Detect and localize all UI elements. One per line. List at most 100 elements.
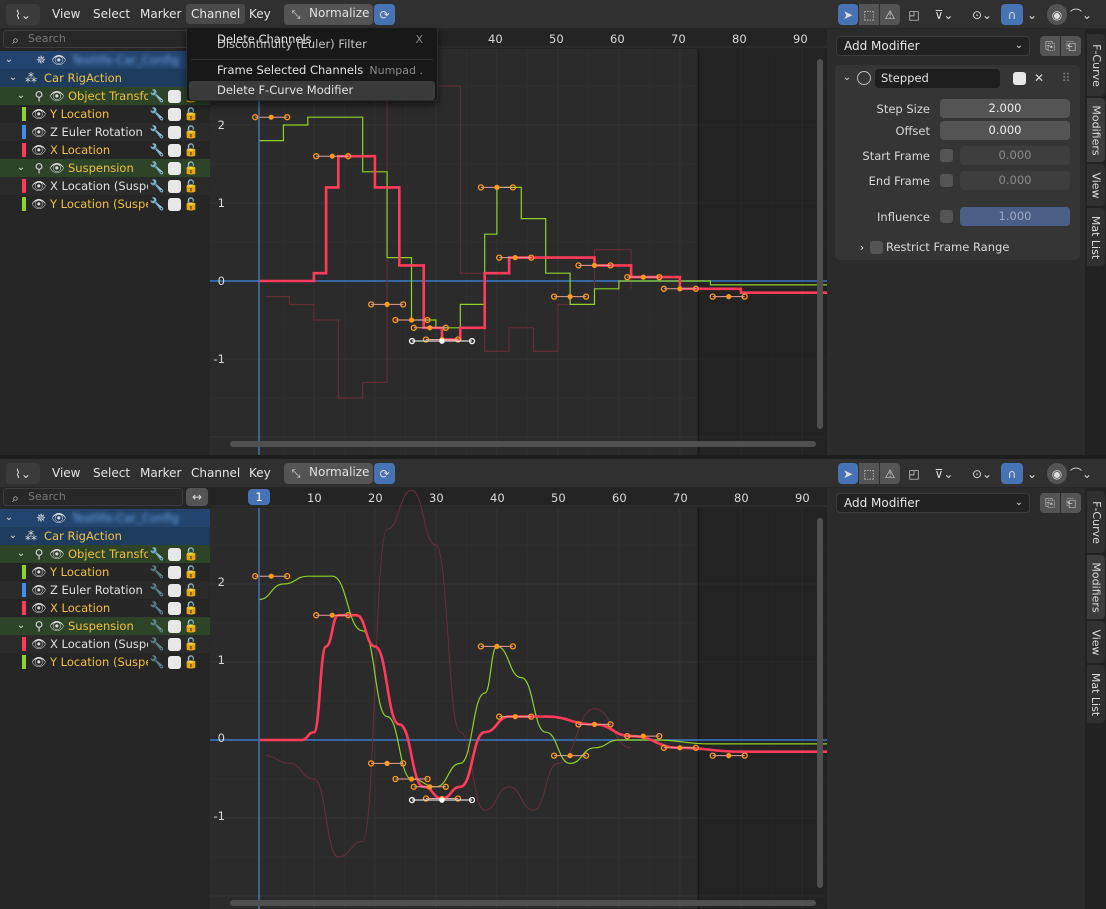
channel-action[interactable]: ⌄ ⁂ Car RigAction [0, 527, 210, 545]
proportional-icon[interactable]: ◉ [1047, 463, 1067, 484]
menu-item-delete-modifier[interactable]: Delete F-Curve Modifier [189, 81, 435, 100]
menu-key[interactable]: Key [244, 4, 276, 24]
search-field[interactable]: ⌕ Search [3, 30, 207, 48]
influence-checkbox[interactable] [940, 210, 953, 223]
channel-action[interactable]: ⌄ ⁂ Car RigAction [0, 69, 210, 87]
mute-checkbox[interactable] [168, 548, 181, 561]
filter-icon[interactable]: ⊽⌄ [930, 4, 958, 25]
horizontal-scrollbar[interactable] [230, 441, 816, 447]
normalize-toggle[interactable]: ⤡ Normalize [284, 4, 373, 25]
eye-icon[interactable]: 👁 [49, 89, 64, 103]
add-modifier-dropdown[interactable]: Add Modifier ⌄ [836, 493, 1030, 513]
editor-type-icon[interactable]: ⌇⌄ [6, 463, 40, 484]
copy-modifier-icon[interactable]: ⎘ [1040, 493, 1060, 513]
cursor-pivot-icon[interactable]: ◰ [904, 463, 924, 484]
channel-x-location-suspension[interactable]: 👁 X Location (Suspe 🔧 🔓 [0, 177, 210, 195]
channel-y-location[interactable]: 👁 Y Location 🔧 🔓 [0, 105, 210, 123]
mute-checkbox[interactable] [168, 620, 181, 633]
menu-channel[interactable]: Channel [186, 4, 246, 24]
menu-select[interactable]: Select [88, 463, 135, 483]
mute-checkbox[interactable] [168, 566, 181, 579]
auto-normalize-icon[interactable]: ⟳ [374, 463, 395, 484]
menu-select[interactable]: Select [88, 4, 135, 24]
wrench-icon[interactable]: 🔧 [150, 179, 165, 193]
mute-checkbox[interactable] [168, 126, 181, 139]
paste-modifier-icon[interactable]: ⎗ [1061, 36, 1081, 56]
cursor-pivot-icon[interactable]: ◰ [904, 4, 924, 25]
tab-f-curve[interactable]: F-Curve [1087, 34, 1105, 96]
lock-icon[interactable]: 🔓 [184, 619, 199, 633]
tab-f-curve[interactable]: F-Curve [1087, 491, 1105, 553]
drag-handle-icon[interactable]: ⠿ [1059, 71, 1073, 85]
offset-field[interactable]: 0.000 [940, 121, 1070, 140]
mute-checkbox[interactable] [168, 198, 181, 211]
vertical-scrollbar[interactable] [817, 518, 823, 888]
channel-x-location-suspension[interactable]: 👁 X Location (Suspe 🔧 🔓 [0, 635, 210, 653]
lock-icon[interactable]: 🔓 [184, 143, 199, 157]
wrench-icon[interactable]: 🔧 [150, 107, 165, 121]
current-frame-indicator[interactable]: 1 [248, 489, 270, 505]
proportional-icon[interactable]: ◉ [1047, 4, 1067, 25]
menu-channel[interactable]: Channel [186, 463, 245, 483]
auto-normalize-icon[interactable]: ⟳ [374, 4, 395, 25]
mute-checkbox[interactable] [168, 162, 181, 175]
graph-area-bottom[interactable]: 1 10 20 30 40 50 60 70 80 90 2 1 0 -1 [210, 488, 827, 909]
mute-checkbox[interactable] [168, 180, 181, 193]
horizontal-scrollbar[interactable] [230, 900, 816, 906]
wrench-icon[interactable]: 🔧 [150, 565, 165, 579]
mute-checkbox[interactable] [168, 108, 181, 121]
snap-magnet-icon[interactable]: ∩ [1001, 4, 1023, 25]
tab-view[interactable]: View [1087, 164, 1105, 206]
menu-view[interactable]: View [47, 463, 85, 483]
eye-icon[interactable]: 👁 [31, 583, 46, 597]
falloff-icon[interactable]: ⌒⌄ [1069, 4, 1093, 25]
select-box-icon[interactable]: ⬚ [859, 463, 879, 484]
snap-menu-icon[interactable]: ⌄ [1024, 463, 1040, 484]
channel-group-suspension[interactable]: ⌄ ⚲ 👁 Suspension 🔧 🔓 [0, 159, 210, 177]
mute-checkbox[interactable] [168, 602, 181, 615]
menu-marker[interactable]: Marker [135, 463, 186, 483]
channel-y-location[interactable]: 👁 Y Location 🔧 🔓 [0, 563, 210, 581]
mute-checkbox[interactable] [168, 638, 181, 651]
sync-length-icon[interactable]: ↔ [186, 488, 208, 506]
chevron-down-icon[interactable]: ⌄ [841, 72, 853, 84]
copy-modifier-icon[interactable]: ⎘ [1040, 36, 1060, 56]
lock-icon[interactable]: 🔓 [184, 107, 199, 121]
lock-icon[interactable]: 🔓 [184, 125, 199, 139]
wrench-icon[interactable]: 🔧 [150, 583, 165, 597]
eye-icon[interactable]: 👁 [31, 125, 46, 139]
eye-icon[interactable]: 👁 [31, 179, 46, 193]
chevron-right-icon[interactable]: › [857, 241, 867, 253]
wrench-icon[interactable]: 🔧 [150, 125, 165, 139]
channel-object[interactable]: ⌄ ✵ 👁 Testlife-Car_Config [0, 51, 210, 69]
pin-icon[interactable]: ⚲ [32, 547, 46, 561]
wrench-icon[interactable]: 🔧 [150, 197, 165, 211]
pin-icon[interactable]: ⚲ [32, 619, 46, 633]
lock-icon[interactable]: 🔓 [184, 179, 199, 193]
wrench-icon[interactable]: 🔧 [150, 637, 165, 651]
channel-x-location[interactable]: 👁 X Location 🔧 🔓 [0, 141, 210, 159]
select-box-icon[interactable]: ⬚ [859, 4, 879, 25]
falloff-icon[interactable]: ⌒⌄ [1069, 463, 1093, 484]
wrench-icon[interactable]: 🔧 [150, 89, 165, 103]
menu-key[interactable]: Key [244, 463, 276, 483]
restrict-range-checkbox[interactable] [870, 241, 883, 254]
select-cursor-icon[interactable]: ➤ [838, 4, 858, 25]
warning-icon[interactable]: ⚠ [880, 463, 900, 484]
lock-icon[interactable]: 🔓 [184, 583, 199, 597]
channel-z-rotation[interactable]: 👁 Z Euler Rotation 🔧 🔓 [0, 581, 210, 599]
tab-modifiers[interactable]: Modifiers [1087, 98, 1105, 162]
menu-marker[interactable]: Marker [135, 4, 186, 24]
pivot-icon[interactable]: ⊙⌄ [968, 4, 996, 25]
paste-modifier-icon[interactable]: ⎗ [1061, 493, 1081, 513]
wrench-icon[interactable]: 🔧 [150, 619, 165, 633]
eye-icon[interactable]: 👁 [31, 637, 46, 651]
menu-item-euler-filter[interactable]: Discontinuity (Euler) Filter [189, 35, 435, 54]
start-frame-checkbox[interactable] [940, 149, 953, 162]
channel-y-location-suspension[interactable]: 👁 Y Location (Suspe 🔧 🔓 [0, 195, 210, 213]
tab-modifiers[interactable]: Modifiers [1087, 555, 1105, 619]
channel-group-suspension[interactable]: ⌄ ⚲ 👁 Suspension 🔧 🔓 [0, 617, 210, 635]
step-size-field[interactable]: 2.000 [940, 99, 1070, 118]
eye-icon[interactable]: 👁 [31, 143, 46, 157]
lock-icon[interactable]: 🔓 [184, 161, 199, 175]
